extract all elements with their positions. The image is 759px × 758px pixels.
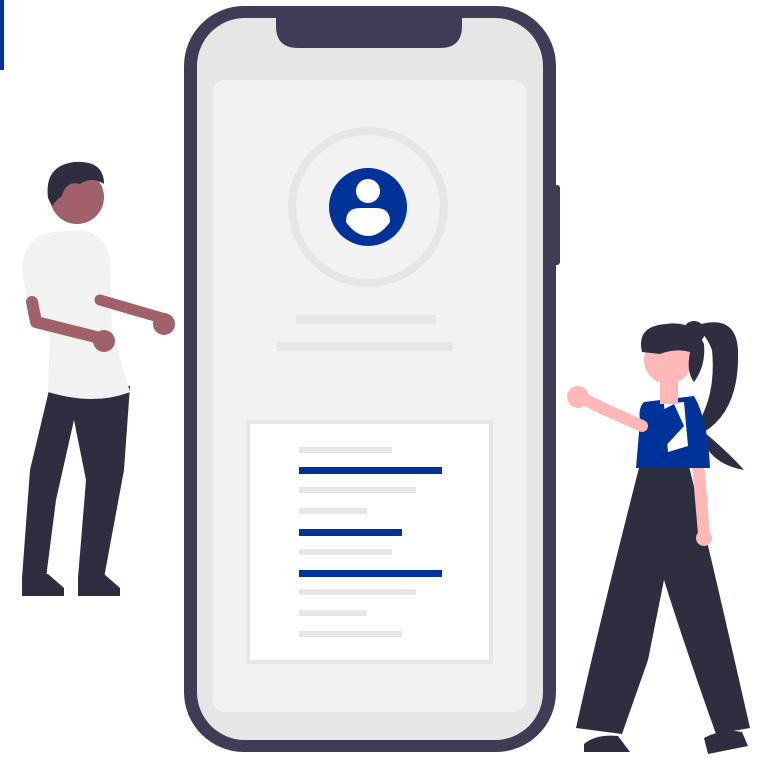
man-extended-hand [153,313,175,335]
detail-line-highlight [299,570,442,577]
detail-line [299,508,367,514]
detail-line [299,589,416,595]
woman-pants [576,462,750,734]
detail-line [299,610,367,616]
detail-line [299,487,416,493]
man-right-shoe [78,574,120,596]
phone-side-button [552,185,560,265]
woman-raised-hand [567,386,589,408]
subtitle-placeholder-line [277,342,453,351]
name-placeholder-line [296,315,436,324]
woman-right-shoe [704,730,748,754]
man-pants [22,386,130,578]
details-card [246,420,493,664]
man-left-shoe [22,574,64,596]
detail-line [299,549,392,555]
woman-raised-arm [576,392,648,432]
woman-left-shoe [584,735,630,752]
phone [184,6,560,752]
phone-notch [276,12,462,48]
detail-line [299,631,402,637]
woman-figure [567,321,750,754]
mobile-profile-illustration [22,6,750,754]
user-avatar-icon [329,168,407,246]
detail-line-highlight [299,529,402,536]
woman-hair-bun [683,321,705,343]
detail-line-highlight [299,467,442,474]
detail-line [299,447,392,453]
woman-lower-hand [696,530,712,546]
woman-lower-arm [692,458,710,540]
man-front-hand [93,330,115,352]
man-figure [22,161,175,596]
